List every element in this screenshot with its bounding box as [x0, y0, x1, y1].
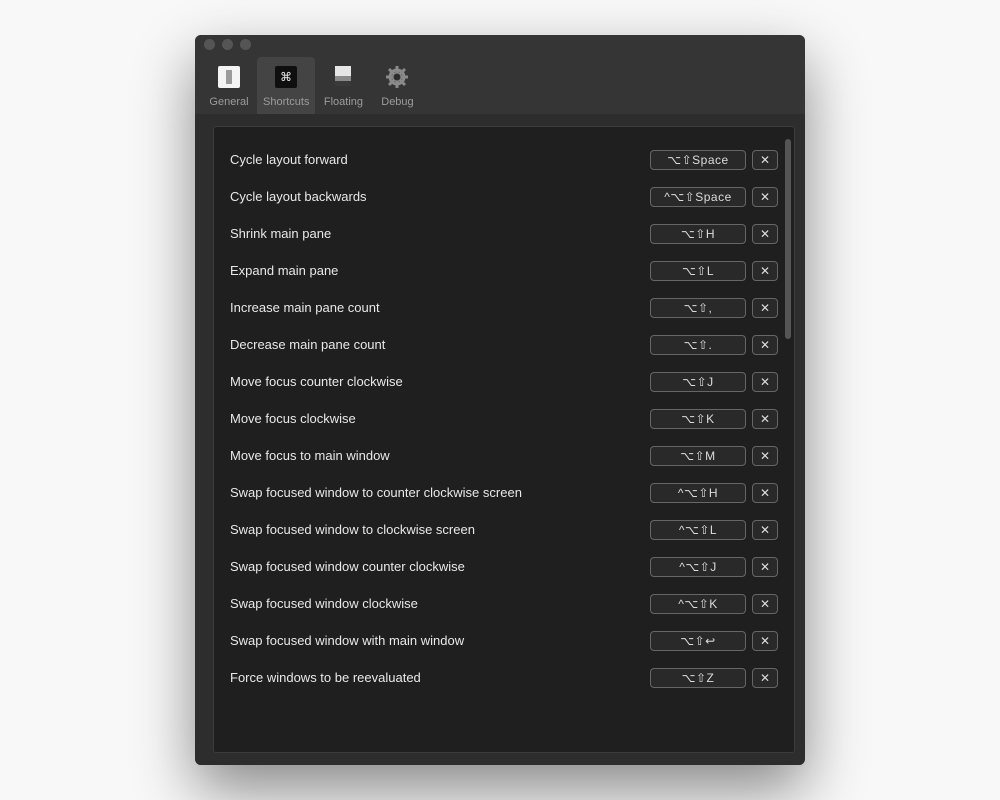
shortcut-label: Swap focused window to counter clockwise… — [230, 485, 650, 500]
shortcut-controls: ⌥⇧, ✕ — [650, 298, 778, 318]
clear-shortcut-button[interactable]: ✕ — [752, 372, 778, 392]
scrollbar-thumb[interactable] — [785, 139, 791, 339]
clear-shortcut-button[interactable]: ✕ — [752, 668, 778, 688]
shortcut-recorder[interactable]: ⌥⇧L — [650, 261, 746, 281]
minimize-traffic-light[interactable] — [222, 39, 233, 50]
shortcut-row: Move focus clockwise⌥⇧K ✕ — [230, 400, 778, 437]
shortcut-recorder[interactable]: ^⌥⇧K — [650, 594, 746, 614]
shortcut-recorder[interactable]: ⌥⇧↩ — [650, 631, 746, 651]
shortcut-label: Shrink main pane — [230, 226, 650, 241]
shortcut-row: Force windows to be reevaluated⌥⇧Z ✕ — [230, 659, 778, 696]
shortcut-recorder[interactable]: ⌥⇧Space — [650, 150, 746, 170]
shortcut-recorder[interactable]: ⌥⇧H — [650, 224, 746, 244]
zoom-traffic-light[interactable] — [240, 39, 251, 50]
clear-shortcut-button[interactable]: ✕ — [752, 594, 778, 614]
clear-shortcut-button[interactable]: ✕ — [752, 483, 778, 503]
shortcut-controls: ^⌥⇧J ✕ — [650, 557, 778, 577]
content-area: Cycle layout forward⌥⇧Space✕Cycle layout… — [195, 114, 805, 765]
shortcut-controls: ⌥⇧L ✕ — [650, 261, 778, 281]
tab-shortcuts[interactable]: ⌘ Shortcuts — [257, 57, 315, 114]
clear-shortcut-button[interactable]: ✕ — [752, 335, 778, 355]
shortcuts-panel: Cycle layout forward⌥⇧Space✕Cycle layout… — [213, 126, 795, 753]
tab-floating[interactable]: Floating — [317, 57, 369, 114]
shortcut-controls: ^⌥⇧H ✕ — [650, 483, 778, 503]
shortcut-controls: ⌥⇧. ✕ — [650, 335, 778, 355]
shortcut-row: Cycle layout backwards^⌥⇧Space ✕ — [230, 178, 778, 215]
clear-shortcut-button[interactable]: ✕ — [752, 150, 778, 170]
shortcut-row: Swap focused window with main window⌥⇧↩ ✕ — [230, 622, 778, 659]
shortcut-label: Decrease main pane count — [230, 337, 650, 352]
shortcuts-list: Cycle layout forward⌥⇧Space✕Cycle layout… — [214, 127, 794, 696]
floating-icon — [327, 61, 359, 93]
shortcut-row: Move focus to main window⌥⇧M ✕ — [230, 437, 778, 474]
preferences-window: General ⌘ Shortcuts Floating — [195, 35, 805, 765]
shortcut-label: Move focus to main window — [230, 448, 650, 463]
clear-shortcut-button[interactable]: ✕ — [752, 446, 778, 466]
tab-label: Shortcuts — [263, 96, 309, 108]
shortcut-controls: ⌥⇧J ✕ — [650, 372, 778, 392]
shortcut-recorder[interactable]: ⌥⇧K — [650, 409, 746, 429]
shortcut-label: Swap focused window counter clockwise — [230, 559, 650, 574]
shortcut-row: Swap focused window counter clockwise^⌥⇧… — [230, 548, 778, 585]
shortcut-recorder[interactable]: ⌥⇧Z — [650, 668, 746, 688]
clear-shortcut-button[interactable]: ✕ — [752, 261, 778, 281]
shortcut-label: Swap focused window with main window — [230, 633, 650, 648]
clear-shortcut-button[interactable]: ✕ — [752, 520, 778, 540]
shortcut-recorder[interactable]: ⌥⇧. — [650, 335, 746, 355]
shortcut-recorder[interactable]: ⌥⇧J — [650, 372, 746, 392]
shortcut-label: Move focus counter clockwise — [230, 374, 650, 389]
shortcut-label: Swap focused window clockwise — [230, 596, 650, 611]
shortcut-controls: ^⌥⇧K ✕ — [650, 594, 778, 614]
shortcut-label: Swap focused window to clockwise screen — [230, 522, 650, 537]
shortcut-row: Expand main pane⌥⇧L ✕ — [230, 252, 778, 289]
shortcut-label: Increase main pane count — [230, 300, 650, 315]
shortcut-label: Cycle layout forward — [230, 152, 650, 167]
shortcut-label: Expand main pane — [230, 263, 650, 278]
shortcut-recorder[interactable]: ⌥⇧M — [650, 446, 746, 466]
clear-shortcut-button[interactable]: ✕ — [752, 631, 778, 651]
shortcut-recorder[interactable]: ^⌥⇧H — [650, 483, 746, 503]
shortcut-row: Swap focused window to counter clockwise… — [230, 474, 778, 511]
shortcut-controls: ⌥⇧K ✕ — [650, 409, 778, 429]
shortcut-recorder[interactable]: ^⌥⇧Space — [650, 187, 746, 207]
shortcut-recorder[interactable]: ⌥⇧, — [650, 298, 746, 318]
shortcut-controls: ⌥⇧H ✕ — [650, 224, 778, 244]
shortcut-row: Shrink main pane⌥⇧H ✕ — [230, 215, 778, 252]
clear-shortcut-button[interactable]: ✕ — [752, 557, 778, 577]
shortcut-row: Move focus counter clockwise⌥⇧J ✕ — [230, 363, 778, 400]
shortcut-label: Move focus clockwise — [230, 411, 650, 426]
shortcut-recorder[interactable]: ^⌥⇧J — [650, 557, 746, 577]
shortcut-controls: ^⌥⇧Space ✕ — [650, 187, 778, 207]
tab-debug[interactable]: Debug — [371, 57, 423, 114]
shortcut-recorder[interactable]: ^⌥⇧L — [650, 520, 746, 540]
shortcut-row: Decrease main pane count⌥⇧. ✕ — [230, 326, 778, 363]
close-traffic-light[interactable] — [204, 39, 215, 50]
shortcut-row: Swap focused window clockwise^⌥⇧K ✕ — [230, 585, 778, 622]
shortcut-controls: ⌥⇧M ✕ — [650, 446, 778, 466]
shortcut-row: Swap focused window to clockwise screen^… — [230, 511, 778, 548]
shortcut-row: Cycle layout forward⌥⇧Space ✕ — [230, 141, 778, 178]
shortcut-controls: ⌥⇧Z ✕ — [650, 668, 778, 688]
shortcut-label: Force windows to be reevaluated — [230, 670, 650, 685]
svg-text:⌘: ⌘ — [280, 70, 292, 84]
clear-shortcut-button[interactable]: ✕ — [752, 409, 778, 429]
tab-label: General — [209, 96, 248, 108]
general-icon — [213, 61, 245, 93]
toolbar: General ⌘ Shortcuts Floating — [195, 53, 805, 114]
tab-label: Floating — [324, 96, 363, 108]
tab-general[interactable]: General — [203, 57, 255, 114]
tab-label: Debug — [381, 96, 413, 108]
shortcut-controls: ⌥⇧↩ ✕ — [650, 631, 778, 651]
titlebar — [195, 35, 805, 53]
shortcut-controls: ^⌥⇧L ✕ — [650, 520, 778, 540]
clear-shortcut-button[interactable]: ✕ — [752, 298, 778, 318]
shortcut-controls: ⌥⇧Space ✕ — [650, 150, 778, 170]
shortcut-label: Cycle layout backwards — [230, 189, 650, 204]
shortcuts-icon: ⌘ — [270, 61, 302, 93]
clear-shortcut-button[interactable]: ✕ — [752, 224, 778, 244]
clear-shortcut-button[interactable]: ✕ — [752, 187, 778, 207]
shortcut-row: Increase main pane count⌥⇧, ✕ — [230, 289, 778, 326]
debug-icon — [381, 61, 413, 93]
